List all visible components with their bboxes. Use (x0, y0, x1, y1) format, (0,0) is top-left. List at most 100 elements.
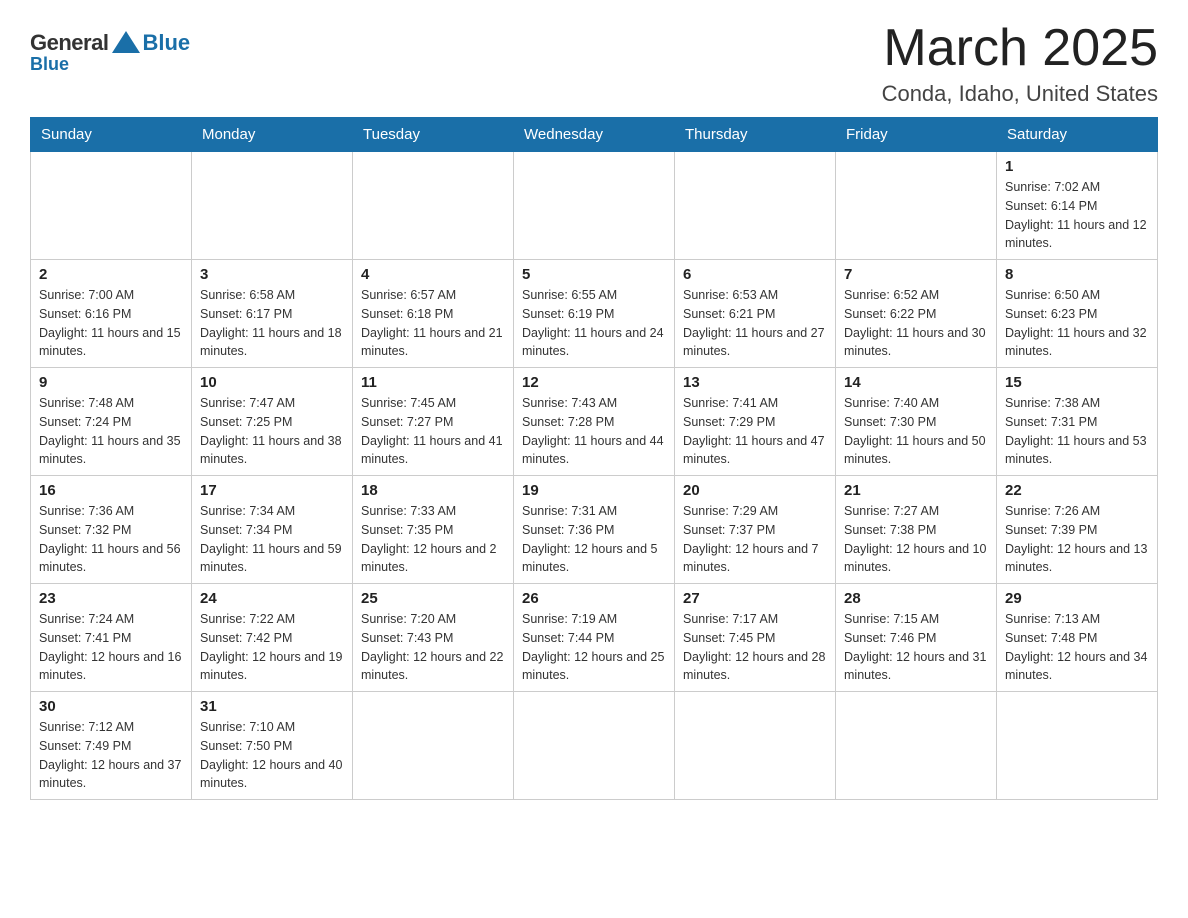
calendar-cell (836, 692, 997, 800)
calendar-cell: 7Sunrise: 6:52 AMSunset: 6:22 PMDaylight… (836, 260, 997, 368)
day-info: Sunrise: 7:45 AMSunset: 7:27 PMDaylight:… (361, 394, 505, 469)
day-number: 2 (39, 266, 183, 283)
day-info: Sunrise: 7:20 AMSunset: 7:43 PMDaylight:… (361, 610, 505, 685)
calendar-cell: 21 Sunrise: 7:27 AMSunset: 7:38 PMDayligh… (836, 476, 997, 584)
calendar-day-header: Thursday (675, 118, 836, 152)
day-number: 12 (522, 374, 666, 391)
calendar-cell: 24 Sunrise: 7:22 AMSunset: 7:42 PMDayligh… (192, 584, 353, 692)
calendar-cell (514, 152, 675, 260)
day-number: 26 (522, 590, 666, 607)
day-info: Sunrise: 7:13 AMSunset: 7:48 PMDaylight:… (1005, 610, 1149, 685)
day-number: 8 (1005, 266, 1149, 283)
calendar-cell: 19Sunrise: 7:31 AMSunset: 7:36 PMDayligh… (514, 476, 675, 584)
calendar-day-header: Friday (836, 118, 997, 152)
calendar-cell: 2 Sunrise: 7:00 AMSunset: 6:16 PMDaylight… (31, 260, 192, 368)
day-number: 31 (200, 698, 344, 715)
calendar-cell: 3 Sunrise: 6:58 AMSunset: 6:17 PMDaylight… (192, 260, 353, 368)
day-number: 29 (1005, 590, 1149, 607)
calendar-cell: 27Sunrise: 7:17 AMSunset: 7:45 PMDayligh… (675, 584, 836, 692)
day-info: Sunrise: 7:22 AMSunset: 7:42 PMDaylight:… (200, 610, 344, 685)
day-info: Sunrise: 7:48 AMSunset: 7:24 PMDaylight:… (39, 394, 183, 469)
day-info: Sunrise: 7:24 AMSunset: 7:41 PMDaylight:… (39, 610, 183, 685)
calendar-cell: 12Sunrise: 7:43 AMSunset: 7:28 PMDayligh… (514, 368, 675, 476)
logo-blue-text: Blue (142, 30, 190, 56)
day-info: Sunrise: 7:47 AMSunset: 7:25 PMDaylight:… (200, 394, 344, 469)
day-info: Sunrise: 7:00 AMSunset: 6:16 PMDaylight:… (39, 286, 183, 361)
title-block: March 2025 Conda, Idaho, United States (882, 20, 1158, 107)
day-info: Sunrise: 7:26 AMSunset: 7:39 PMDaylight:… (1005, 502, 1149, 577)
logo-blue-bottom: Blue (30, 54, 69, 75)
day-info: Sunrise: 7:10 AMSunset: 7:50 PMDaylight:… (200, 718, 344, 793)
calendar-cell: 28 Sunrise: 7:15 AMSunset: 7:46 PMDayligh… (836, 584, 997, 692)
calendar-cell: 20Sunrise: 7:29 AMSunset: 7:37 PMDayligh… (675, 476, 836, 584)
day-info: Sunrise: 7:27 AMSunset: 7:38 PMDaylight:… (844, 502, 988, 577)
day-number: 14 (844, 374, 988, 391)
calendar-cell: 5Sunrise: 6:55 AMSunset: 6:19 PMDaylight… (514, 260, 675, 368)
calendar-day-header: Monday (192, 118, 353, 152)
day-number: 1 (1005, 158, 1149, 175)
calendar-cell: 25 Sunrise: 7:20 AMSunset: 7:43 PMDayligh… (353, 584, 514, 692)
day-info: Sunrise: 7:12 AMSunset: 7:49 PMDaylight:… (39, 718, 183, 793)
day-number: 3 (200, 266, 344, 283)
day-number: 9 (39, 374, 183, 391)
day-number: 28 (844, 590, 988, 607)
day-number: 24 (200, 590, 344, 607)
calendar-cell: 17 Sunrise: 7:34 AMSunset: 7:34 PMDayligh… (192, 476, 353, 584)
calendar-day-header: Sunday (31, 118, 192, 152)
calendar-cell: 30Sunrise: 7:12 AMSunset: 7:49 PMDayligh… (31, 692, 192, 800)
day-info: Sunrise: 7:02 AMSunset: 6:14 PMDaylight:… (1005, 178, 1149, 253)
day-info: Sunrise: 7:29 AMSunset: 7:37 PMDaylight:… (683, 502, 827, 577)
logo: General Blue Blue (30, 30, 190, 75)
calendar-week-row: 1 Sunrise: 7:02 AMSunset: 6:14 PMDaylight… (31, 152, 1158, 260)
calendar-table: SundayMondayTuesdayWednesdayThursdayFrid… (30, 117, 1158, 800)
day-info: Sunrise: 6:58 AMSunset: 6:17 PMDaylight:… (200, 286, 344, 361)
day-number: 25 (361, 590, 505, 607)
calendar-header-row: SundayMondayTuesdayWednesdayThursdayFrid… (31, 118, 1158, 152)
logo-general-text: General (30, 30, 108, 56)
calendar-day-header: Wednesday (514, 118, 675, 152)
calendar-cell: 8 Sunrise: 6:50 AMSunset: 6:23 PMDaylight… (997, 260, 1158, 368)
day-number: 19 (522, 482, 666, 499)
day-info: Sunrise: 7:33 AMSunset: 7:35 PMDaylight:… (361, 502, 505, 577)
day-info: Sunrise: 7:36 AMSunset: 7:32 PMDaylight:… (39, 502, 183, 577)
calendar-cell: 16 Sunrise: 7:36 AMSunset: 7:32 PMDayligh… (31, 476, 192, 584)
calendar-cell: 11 Sunrise: 7:45 AMSunset: 7:27 PMDayligh… (353, 368, 514, 476)
day-info: Sunrise: 7:38 AMSunset: 7:31 PMDaylight:… (1005, 394, 1149, 469)
calendar-day-header: Saturday (997, 118, 1158, 152)
day-info: Sunrise: 6:53 AMSunset: 6:21 PMDaylight:… (683, 286, 827, 361)
day-number: 4 (361, 266, 505, 283)
logo-triangle-icon (112, 31, 140, 53)
calendar-week-row: 30Sunrise: 7:12 AMSunset: 7:49 PMDayligh… (31, 692, 1158, 800)
calendar-cell: 18 Sunrise: 7:33 AMSunset: 7:35 PMDayligh… (353, 476, 514, 584)
day-number: 11 (361, 374, 505, 391)
day-info: Sunrise: 6:57 AMSunset: 6:18 PMDaylight:… (361, 286, 505, 361)
calendar-cell: 10 Sunrise: 7:47 AMSunset: 7:25 PMDayligh… (192, 368, 353, 476)
calendar-cell (353, 152, 514, 260)
day-info: Sunrise: 7:17 AMSunset: 7:45 PMDaylight:… (683, 610, 827, 685)
day-info: Sunrise: 7:34 AMSunset: 7:34 PMDaylight:… (200, 502, 344, 577)
day-number: 18 (361, 482, 505, 499)
calendar-week-row: 23Sunrise: 7:24 AMSunset: 7:41 PMDayligh… (31, 584, 1158, 692)
page-header: General Blue Blue March 2025 Conda, Idah… (30, 20, 1158, 107)
calendar-cell: 4 Sunrise: 6:57 AMSunset: 6:18 PMDaylight… (353, 260, 514, 368)
calendar-cell: 15Sunrise: 7:38 AMSunset: 7:31 PMDayligh… (997, 368, 1158, 476)
calendar-cell (675, 692, 836, 800)
calendar-cell: 13Sunrise: 7:41 AMSunset: 7:29 PMDayligh… (675, 368, 836, 476)
calendar-day-header: Tuesday (353, 118, 514, 152)
day-number: 21 (844, 482, 988, 499)
calendar-cell: 26Sunrise: 7:19 AMSunset: 7:44 PMDayligh… (514, 584, 675, 692)
day-info: Sunrise: 7:40 AMSunset: 7:30 PMDaylight:… (844, 394, 988, 469)
day-number: 10 (200, 374, 344, 391)
month-title: March 2025 (882, 20, 1158, 77)
calendar-cell: 9 Sunrise: 7:48 AMSunset: 7:24 PMDaylight… (31, 368, 192, 476)
day-number: 13 (683, 374, 827, 391)
day-info: Sunrise: 6:52 AMSunset: 6:22 PMDaylight:… (844, 286, 988, 361)
calendar-cell (31, 152, 192, 260)
day-number: 16 (39, 482, 183, 499)
day-info: Sunrise: 6:50 AMSunset: 6:23 PMDaylight:… (1005, 286, 1149, 361)
calendar-week-row: 9 Sunrise: 7:48 AMSunset: 7:24 PMDaylight… (31, 368, 1158, 476)
day-number: 5 (522, 266, 666, 283)
day-number: 17 (200, 482, 344, 499)
calendar-cell (836, 152, 997, 260)
day-info: Sunrise: 7:15 AMSunset: 7:46 PMDaylight:… (844, 610, 988, 685)
